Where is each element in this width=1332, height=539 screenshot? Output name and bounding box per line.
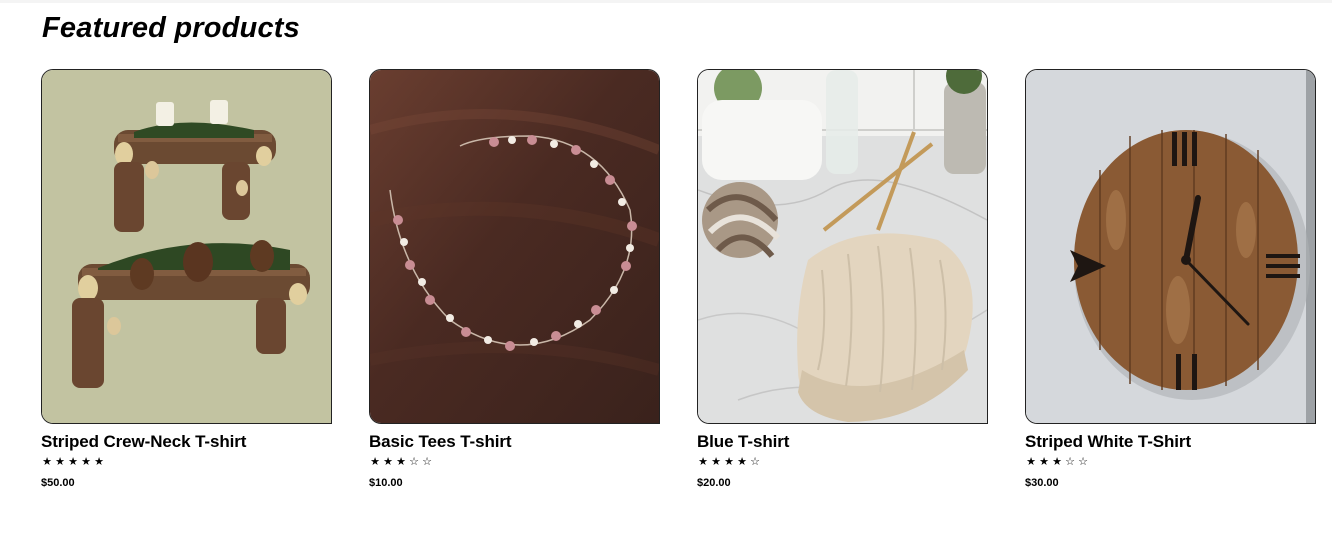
product-rating: ★ ★ ★ ★ ☆ xyxy=(697,455,988,469)
knit-beanie-yarn-photo xyxy=(698,70,987,423)
star-filled-icon: ★ xyxy=(711,455,721,468)
product-name[interactable]: Blue T-shirt xyxy=(697,432,988,452)
star-filled-icon: ★ xyxy=(396,455,406,468)
star-filled-icon: ★ xyxy=(737,455,747,468)
product-image[interactable] xyxy=(369,69,660,424)
product-name[interactable]: Striped Crew-Neck T-shirt xyxy=(41,432,332,452)
star-filled-icon: ★ xyxy=(55,455,65,468)
star-empty-icon: ☆ xyxy=(409,455,419,468)
product-card[interactable]: Blue T-shirt ★ ★ ★ ★ ☆ $20.00 xyxy=(697,69,988,490)
star-filled-icon: ★ xyxy=(94,455,104,468)
product-price: $30.00 xyxy=(1025,477,1059,489)
star-filled-icon: ★ xyxy=(370,455,380,468)
star-filled-icon: ★ xyxy=(724,455,734,468)
product-rating: ★ ★ ★ ☆ ☆ xyxy=(369,455,660,469)
log-shelves-photo xyxy=(42,70,331,423)
product-name[interactable]: Striped White T-Shirt xyxy=(1025,432,1316,452)
product-image[interactable] xyxy=(697,69,988,424)
product-price: $50.00 xyxy=(41,477,75,489)
product-price: $10.00 xyxy=(369,477,403,489)
product-rating: ★ ★ ★ ☆ ☆ xyxy=(1025,455,1316,469)
product-image[interactable] xyxy=(41,69,332,424)
top-divider xyxy=(0,0,1332,3)
product-rating: ★ ★ ★ ★ ★ xyxy=(41,455,332,469)
star-filled-icon: ★ xyxy=(383,455,393,468)
product-image[interactable] xyxy=(1025,69,1316,424)
star-filled-icon: ★ xyxy=(1052,455,1062,468)
star-empty-icon: ☆ xyxy=(422,455,432,468)
star-empty-icon: ☆ xyxy=(750,455,760,468)
star-filled-icon: ★ xyxy=(1026,455,1036,468)
star-empty-icon: ☆ xyxy=(1078,455,1088,468)
product-grid: Striped Crew-Neck T-shirt ★ ★ ★ ★ ★ $50.00 xyxy=(41,69,1316,490)
product-card[interactable]: Basic Tees T-shirt ★ ★ ★ ☆ ☆ $10.00 xyxy=(369,69,660,490)
product-name[interactable]: Basic Tees T-shirt xyxy=(369,432,660,452)
wooden-wall-clock-photo xyxy=(1026,70,1315,423)
star-empty-icon: ☆ xyxy=(1065,455,1075,468)
section-title: Featured products xyxy=(42,12,300,44)
star-filled-icon: ★ xyxy=(68,455,78,468)
star-filled-icon: ★ xyxy=(81,455,91,468)
star-filled-icon: ★ xyxy=(42,455,52,468)
product-card[interactable]: Striped Crew-Neck T-shirt ★ ★ ★ ★ ★ $50.00 xyxy=(41,69,332,490)
star-filled-icon: ★ xyxy=(698,455,708,468)
product-card[interactable]: Striped White T-Shirt ★ ★ ★ ☆ ☆ $30.00 xyxy=(1025,69,1316,490)
beaded-hair-vine-photo xyxy=(370,70,659,423)
star-filled-icon: ★ xyxy=(1039,455,1049,468)
product-price: $20.00 xyxy=(697,477,731,489)
